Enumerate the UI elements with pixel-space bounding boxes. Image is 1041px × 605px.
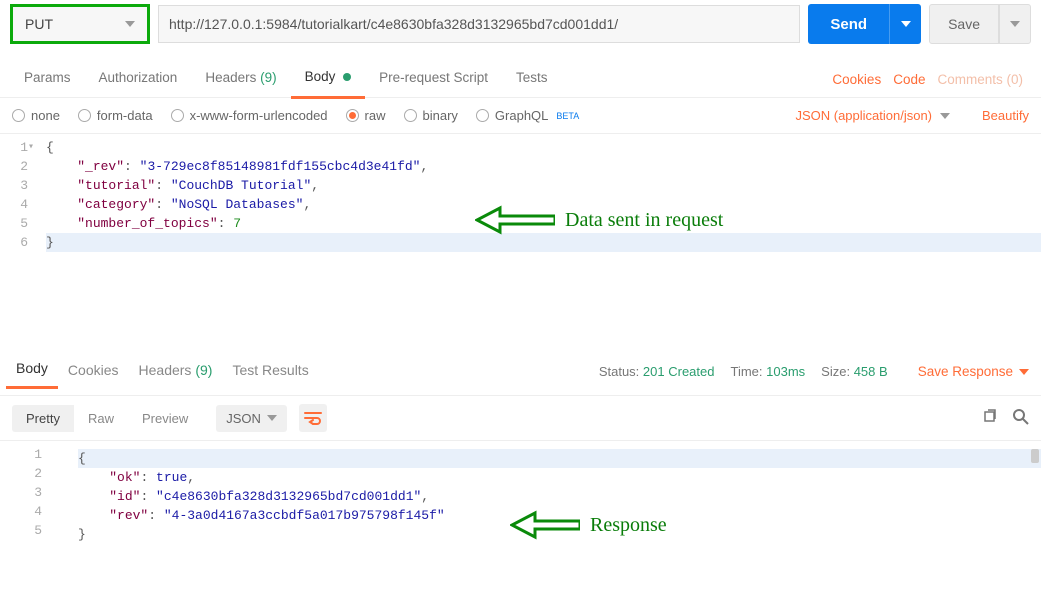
body-type-form-data[interactable]: form-data	[78, 108, 153, 123]
response-header: Body Cookies Headers (9) Test Results St…	[0, 344, 1041, 395]
request-bar: PUT Send Save	[0, 0, 1041, 48]
radio-icon	[476, 109, 489, 122]
save-dropdown-button[interactable]	[999, 4, 1031, 44]
http-method-value: PUT	[25, 16, 53, 32]
send-button[interactable]: Send	[808, 4, 889, 44]
gutter: 1 2 3 4 5	[0, 445, 52, 540]
view-raw[interactable]: Raw	[74, 405, 128, 432]
chevron-down-icon	[1019, 369, 1029, 375]
gutter: 1 2 3 4 5 6	[0, 138, 38, 252]
code-link[interactable]: Code	[893, 72, 925, 87]
size-value: 458 B	[854, 364, 888, 379]
beautify-link[interactable]: Beautify	[982, 108, 1029, 123]
view-pretty[interactable]: Pretty	[12, 405, 74, 432]
response-tab-test-results[interactable]: Test Results	[222, 356, 318, 388]
response-tab-body[interactable]: Body	[6, 354, 58, 389]
radio-icon	[171, 109, 184, 122]
tab-body[interactable]: Body	[291, 61, 366, 99]
cookies-link[interactable]: Cookies	[832, 72, 881, 87]
body-type-none[interactable]: none	[12, 108, 60, 123]
body-type-raw[interactable]: raw	[346, 108, 386, 123]
tab-headers[interactable]: Headers (9)	[191, 62, 290, 97]
save-button-group: Save	[929, 4, 1031, 44]
time-value: 103ms	[766, 364, 805, 379]
view-mode-segment: Pretty Raw Preview	[12, 405, 202, 432]
tab-tests[interactable]: Tests	[502, 62, 562, 97]
beta-badge: BETA	[556, 111, 579, 121]
copy-icon[interactable]	[982, 409, 998, 428]
tab-prerequest[interactable]: Pre-request Script	[365, 62, 502, 97]
send-dropdown-button[interactable]	[889, 4, 921, 44]
radio-icon	[346, 109, 359, 122]
url-input[interactable]	[158, 5, 800, 43]
tab-authorization[interactable]: Authorization	[85, 62, 192, 97]
response-toolbar: Pretty Raw Preview JSON	[0, 395, 1041, 441]
save-button[interactable]: Save	[929, 4, 999, 44]
chevron-down-icon	[940, 113, 950, 119]
status-value: 201 Created	[643, 364, 715, 379]
tab-params[interactable]: Params	[10, 62, 85, 97]
code-lines: { "ok": true, "id": "c4e8630bfa328d31329…	[0, 449, 1041, 544]
send-button-group: Send	[808, 4, 921, 44]
content-type-select[interactable]: JSON (application/json)	[795, 108, 950, 123]
scrollbar[interactable]	[1031, 449, 1039, 463]
radio-icon	[404, 109, 417, 122]
request-right-links: Cookies Code Comments (0)	[832, 72, 1031, 87]
radio-icon	[78, 109, 91, 122]
chevron-down-icon	[1010, 21, 1020, 27]
response-body: 1 2 3 4 5 { "ok": true, "id": "c4e8630bf…	[0, 441, 1041, 571]
response-format-select[interactable]: JSON	[216, 405, 287, 432]
response-status-line: Status: 201 Created Time: 103ms Size: 45…	[599, 364, 1029, 379]
body-type-graphql[interactable]: GraphQLBETA	[476, 108, 579, 123]
code-lines: { "_rev": "3-729ec8f85148981fdf155cbc4d3…	[0, 138, 1041, 252]
search-icon[interactable]	[1012, 408, 1029, 428]
chevron-down-icon	[901, 21, 911, 27]
request-body-editor[interactable]: ▾ 1 2 3 4 5 6 { "_rev": "3-729ec8f851489…	[0, 134, 1041, 344]
chevron-down-icon	[267, 415, 277, 421]
save-response-link[interactable]: Save Response	[918, 364, 1029, 379]
tab-headers-count: (9)	[260, 70, 277, 85]
response-body-editor[interactable]: 1 2 3 4 5 { "ok": true, "id": "c4e8630bf…	[0, 441, 1041, 571]
wrap-lines-button[interactable]	[299, 404, 327, 432]
comments-link[interactable]: Comments (0)	[937, 72, 1023, 87]
response-tab-cookies[interactable]: Cookies	[58, 356, 129, 388]
request-tabs: Params Authorization Headers (9) Body Pr…	[0, 48, 1041, 98]
chevron-down-icon	[125, 21, 135, 27]
response-tab-headers[interactable]: Headers (9)	[129, 356, 223, 388]
body-type-x-www[interactable]: x-www-form-urlencoded	[171, 108, 328, 123]
tab-headers-label: Headers	[205, 70, 256, 85]
view-preview[interactable]: Preview	[128, 405, 202, 432]
tab-body-label: Body	[305, 69, 336, 84]
body-indicator-icon	[343, 73, 351, 81]
body-type-row: none form-data x-www-form-urlencoded raw…	[0, 98, 1041, 134]
radio-icon	[12, 109, 25, 122]
http-method-select[interactable]: PUT	[10, 4, 150, 44]
body-type-binary[interactable]: binary	[404, 108, 458, 123]
